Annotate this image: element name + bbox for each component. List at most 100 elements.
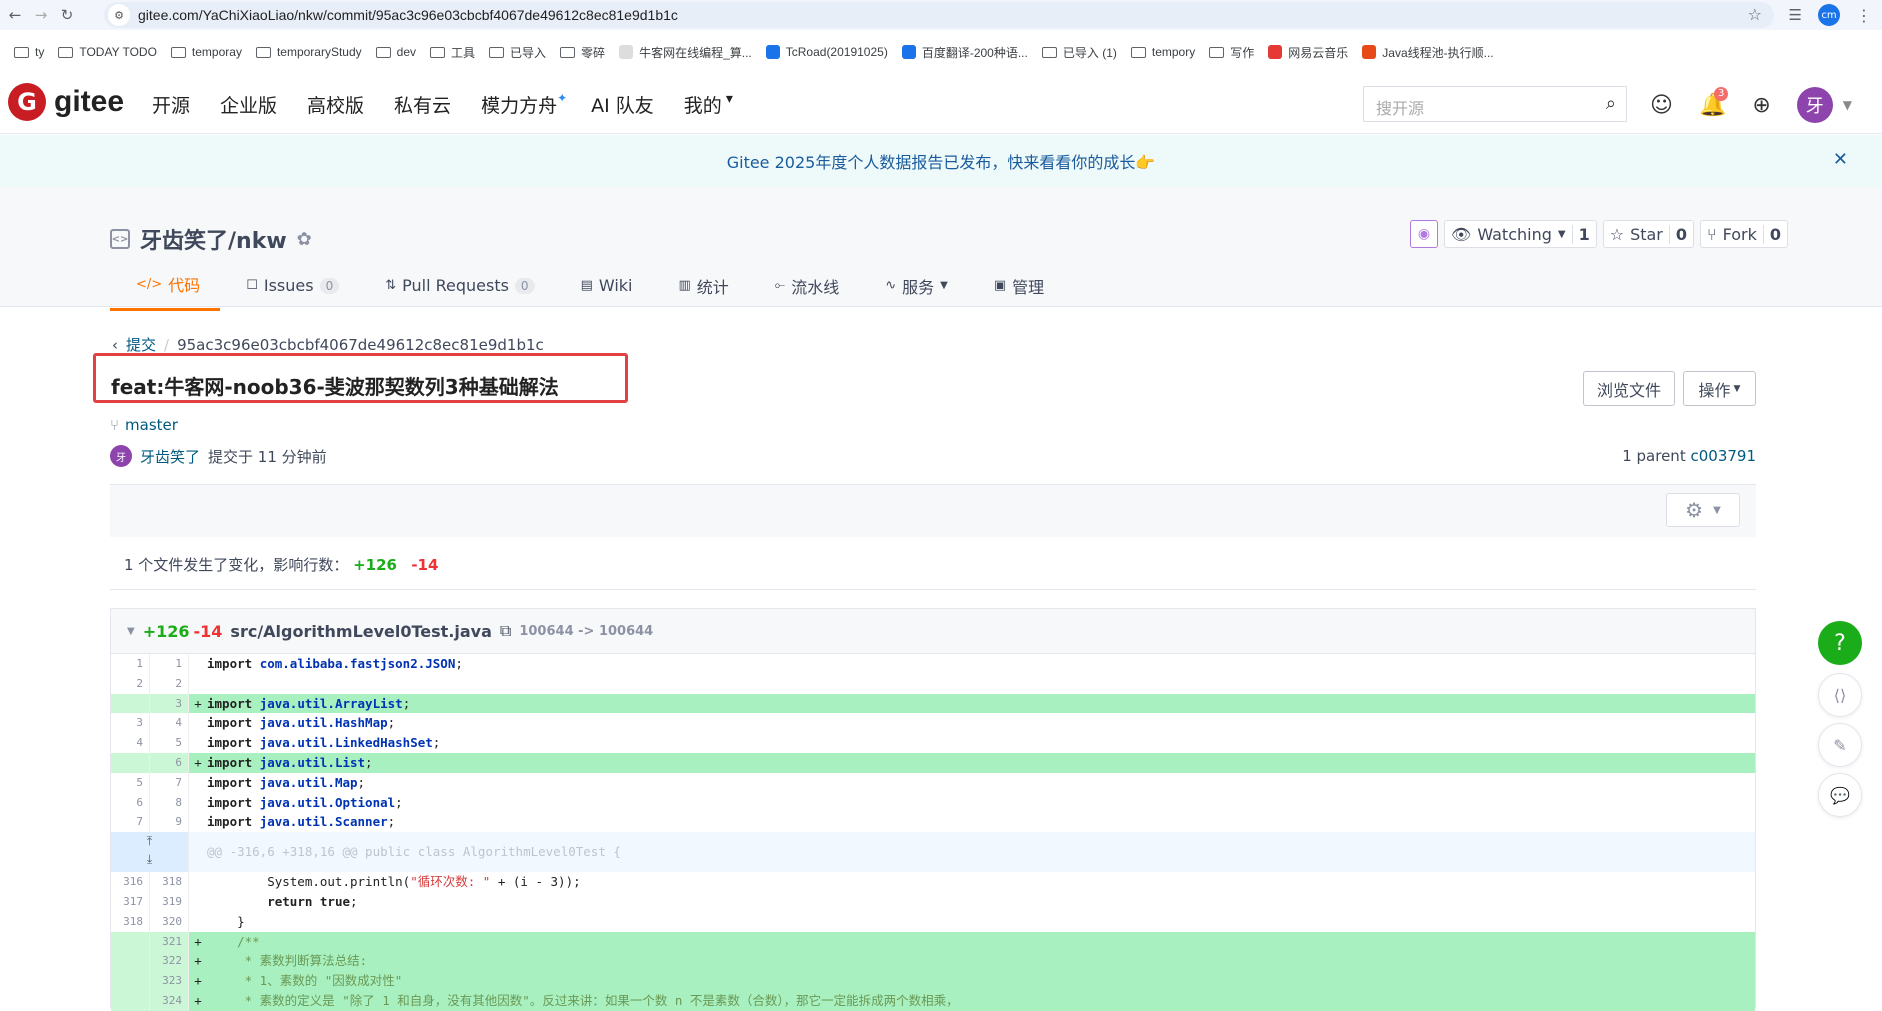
bookmark-item[interactable]: 工具 [430,44,475,61]
old-line-number[interactable] [111,951,150,972]
bookmark-item[interactable]: 百度翻译-200种语... [901,44,1028,61]
expand-lines-icon[interactable]: ⤒ ⤓ [111,832,189,873]
tab-0[interactable]: </> 代码 [110,264,221,311]
watch-count[interactable]: 1 [1571,224,1596,244]
bookmark-item[interactable]: temporaryStudy [255,45,362,59]
old-line-number[interactable]: 316 [111,872,150,892]
reload-icon[interactable]: ↻ [56,4,78,26]
forward-icon[interactable]: → [30,4,52,26]
old-line-number[interactable] [111,752,150,773]
new-line-number[interactable]: 6 [150,752,189,773]
tab-4[interactable]: ▥ 统计 [652,264,748,311]
new-line-number[interactable]: 4 [150,713,189,734]
nav-item[interactable]: 我的 [684,91,722,118]
watch-button[interactable]: 👁 Watching ▼ 1 [1444,220,1597,248]
bookmark-item[interactable]: Java线程池-执行顺... [1362,44,1494,61]
search-icon[interactable]: ⌕ [1606,93,1616,114]
add-icon[interactable]: ⊕ [1752,93,1770,118]
old-line-number[interactable] [111,990,150,1011]
reading-list-icon[interactable]: ☰ [1789,6,1802,24]
bookmark-item[interactable]: 已导入 [489,44,546,61]
ai-assistant-button[interactable]: ◉ [1410,220,1438,248]
url-text[interactable]: gitee.com/YaChiXiaoLiao/nkw/commit/95ac3… [138,7,678,23]
branch-link[interactable]: ⑂ master [110,416,178,434]
new-line-number[interactable]: 320 [150,911,189,932]
bookmark-item[interactable]: temporay [170,45,242,59]
browse-files-button[interactable]: 浏览文件 [1583,371,1675,406]
new-line-number[interactable]: 323 [150,971,189,991]
old-line-number[interactable]: 318 [111,911,150,932]
tab-3[interactable]: ▤ Wiki [555,264,653,311]
new-line-number[interactable]: 319 [150,891,189,912]
tab-2[interactable]: ⇅ Pull Requests 0 [359,264,554,311]
nav-item[interactable]: 高校版 [307,91,364,118]
author-name[interactable]: 牙齿笑了 [140,446,200,467]
old-line-number[interactable]: 6 [111,792,150,813]
search-input[interactable]: 搜开源 ⌕ [1363,86,1627,122]
tab-1[interactable]: ☐ Issues 0 [220,264,359,311]
old-line-number[interactable]: 317 [111,891,150,912]
tab-5[interactable]: ⟜ 流水线 [749,264,859,311]
old-line-number[interactable]: 4 [111,733,150,753]
old-line-number[interactable] [111,971,150,991]
new-line-number[interactable]: 324 [150,990,189,1011]
copy-icon[interactable]: ⧉ [500,621,511,641]
bookmark-item[interactable]: 已导入 (1) [1041,44,1117,61]
new-line-number[interactable]: 2 [150,673,189,694]
bookmark-item[interactable]: 零碎 [560,44,605,61]
old-line-number[interactable] [111,931,150,952]
new-line-number[interactable]: 8 [150,792,189,813]
nav-item[interactable]: 开源 [152,91,190,118]
new-line-number[interactable]: 1 [150,654,189,674]
tab-7[interactable]: ▣ 管理 [968,264,1064,311]
new-line-number[interactable]: 318 [150,872,189,892]
site-info-icon[interactable]: ⚙ [108,4,130,26]
old-line-number[interactable]: 7 [111,812,150,833]
fork-button[interactable]: ⑂ Fork 0 [1700,220,1789,248]
new-line-number[interactable]: 321 [150,931,189,952]
gitee-logo[interactable]: G gitee [8,83,124,121]
bookmark-item[interactable]: TcRoad(20191025) [765,45,888,59]
old-line-number[interactable]: 2 [111,673,150,694]
file-path[interactable]: src/AlgorithmLevel0Test.java [230,622,491,641]
bookmark-star-icon[interactable]: ☆ [1748,5,1762,24]
star-button[interactable]: ☆ Star 0 [1602,220,1695,248]
comment-float-button[interactable]: 💬 [1818,773,1862,817]
menu-icon[interactable]: ⋮ [1856,6,1872,25]
bookmark-item[interactable]: 牛客网在线编程_算... [619,44,752,61]
back-chevron-icon[interactable]: ‹ [112,336,118,354]
code-snippet-float-button[interactable]: ⟨⟩ [1818,673,1862,717]
notification-icon[interactable]: 🔔 3 [1699,86,1729,118]
profile-avatar[interactable]: cm [1818,4,1840,26]
new-line-number[interactable]: 322 [150,951,189,972]
parent-hash-link[interactable]: c003791 [1690,447,1756,465]
bookmark-item[interactable]: TODAY TODO [58,45,157,59]
close-icon[interactable]: ✕ [1833,149,1848,170]
new-line-number[interactable]: 5 [150,733,189,753]
old-line-number[interactable]: 5 [111,772,150,793]
bookmark-item[interactable]: dev [375,45,416,59]
old-line-number[interactable] [111,693,150,714]
nav-item[interactable]: 模力方舟 [481,91,557,118]
robot-icon[interactable]: ☺ [1650,93,1673,118]
operations-button[interactable]: 操作 ▼ [1683,371,1756,406]
announcement-text[interactable]: Gitee 2025年度个人数据报告已发布，快来看看你的成长👉 [727,149,1156,173]
back-icon[interactable]: ← [4,4,26,26]
bookmark-item[interactable]: ty [14,45,44,59]
collapse-caret-icon[interactable]: ▼ [127,626,135,637]
new-line-number[interactable]: 7 [150,772,189,793]
address-bar[interactable]: ⚙ gitee.com/YaChiXiaoLiao/nkw/commit/95a… [104,2,1774,28]
bookmark-item[interactable]: 写作 [1209,44,1254,61]
nav-item[interactable]: AI 队友 [591,91,654,118]
help-button[interactable]: ? [1818,621,1862,665]
edit-float-button[interactable]: ✎ [1818,723,1862,767]
chevron-down-icon[interactable]: ▼ [1843,98,1852,112]
user-avatar[interactable]: 牙 [1796,87,1833,123]
author-avatar[interactable]: 牙 [110,445,132,467]
chevron-down-icon[interactable]: ▾ [726,91,733,118]
bookmark-item[interactable]: tempory [1130,45,1195,59]
old-line-number[interactable]: 3 [111,713,150,734]
new-line-number[interactable]: 9 [150,812,189,833]
branch-name[interactable]: master [125,416,178,434]
new-line-number[interactable]: 3 [150,693,189,714]
